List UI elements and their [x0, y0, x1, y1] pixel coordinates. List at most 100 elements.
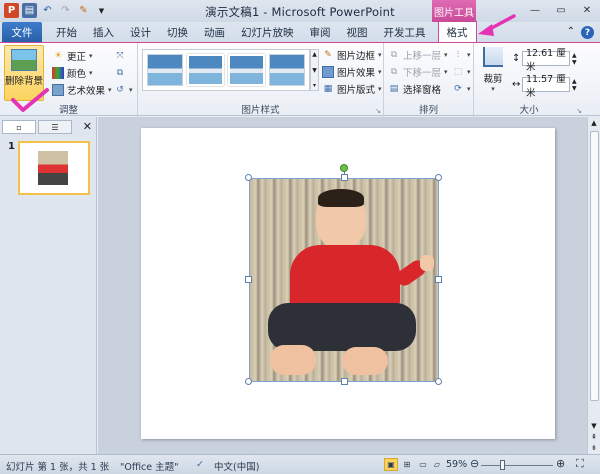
height-spinner[interactable]: ▲ ▼	[572, 52, 577, 66]
picture-border-button[interactable]: ✎ 图片边框 ▾	[322, 47, 381, 62]
ribbon-collapse-icon[interactable]: ⌃	[567, 26, 575, 39]
send-backward-label: 下移一层	[403, 67, 442, 79]
photo-pants	[268, 303, 416, 351]
compress-pictures-button[interactable]: ⤧	[114, 48, 126, 63]
send-backward-button[interactable]: ⧉ 下移一层 ▾	[388, 64, 448, 79]
gallery-down-icon[interactable]: ▼	[312, 67, 317, 74]
align-button[interactable]: ⫶ ▾	[452, 47, 471, 62]
picture-layout-button[interactable]: ▦ 图片版式 ▾	[322, 81, 382, 96]
spellcheck-icon[interactable]: ✓	[196, 459, 204, 470]
tab-developer[interactable]: 开发工具	[376, 22, 434, 42]
slide-canvas: ▲ ▼ ⇞ ⇟	[98, 117, 600, 454]
width-input[interactable]: 11.57 厘米	[522, 74, 570, 99]
bring-forward-button[interactable]: ⧉ 上移一层 ▾	[388, 47, 448, 62]
color-button[interactable]: 颜色 ▾	[52, 65, 93, 80]
selection-pane-label: 选择窗格	[403, 84, 442, 96]
theme-name[interactable]: "Office 主题"	[120, 459, 179, 473]
next-slide-icon[interactable]: ⇟	[588, 442, 600, 454]
crop-label: 裁剪	[483, 74, 503, 85]
normal-view-icon[interactable]: ▣	[384, 458, 398, 471]
group-picture-styles-label: 图片样式	[241, 105, 280, 116]
zoom-level[interactable]: 59%	[446, 459, 467, 470]
crop-button[interactable]: 裁剪 ▾	[478, 47, 508, 93]
change-picture-button[interactable]: ⧉	[114, 65, 126, 80]
dialog-launcher-icon[interactable]: ↘	[375, 107, 381, 115]
selection-pane-button[interactable]: ▤ 选择窗格	[388, 81, 441, 96]
picture-style-thumbnail[interactable]	[187, 54, 224, 86]
reset-picture-button[interactable]: ↺ ▾	[114, 82, 132, 97]
tab-slideshow[interactable]: 幻灯片放映	[233, 22, 302, 42]
resize-handle-s[interactable]	[341, 378, 348, 385]
picture-style-thumbnail[interactable]	[228, 54, 265, 86]
group-objects-button[interactable]: ⬚ ▾	[452, 64, 471, 79]
vertical-scrollbar[interactable]: ▲ ▼ ⇞ ⇟	[587, 117, 600, 454]
help-icon[interactable]: ?	[581, 26, 594, 39]
artistic-effects-label: 艺术效果	[67, 85, 106, 97]
selected-picture[interactable]	[249, 178, 439, 382]
artistic-effects-button[interactable]: 艺术效果 ▾	[52, 82, 112, 97]
photo-feet	[270, 345, 316, 375]
dialog-launcher-icon[interactable]: ↘	[576, 107, 582, 115]
tab-view[interactable]: 视图	[339, 22, 376, 42]
group-picture-styles: ▲ ▼ ▾ ✎ 图片边框 ▾ 图片效果 ▾ ▦ 图片版式 ▾ 图片样式 ↘	[138, 43, 384, 117]
status-bar: 幻灯片 第 1 张，共 1 张 "Office 主题" ✓ 中文(中国) ▣ ⊞…	[0, 454, 600, 474]
rotate-button[interactable]: ⟳ ▾	[452, 81, 470, 96]
photo-shirt	[290, 245, 400, 309]
picture-effects-icon	[322, 65, 334, 78]
resize-handle-sw[interactable]	[245, 378, 252, 385]
slideshow-view-icon[interactable]: ▱	[430, 458, 444, 471]
bring-forward-icon: ⧉	[390, 49, 398, 60]
tab-home[interactable]: 开始	[48, 22, 85, 42]
resize-handle-se[interactable]	[435, 378, 442, 385]
send-backward-icon: ⧉	[390, 66, 398, 77]
minimize-icon[interactable]: —	[526, 3, 544, 17]
resize-handle-e[interactable]	[435, 276, 442, 283]
resize-handle-ne[interactable]	[435, 174, 442, 181]
close-icon[interactable]: ✕	[83, 120, 92, 133]
annotation-arrow	[478, 14, 516, 36]
height-icon: ↕	[512, 53, 521, 64]
fit-to-window-icon[interactable]: ⛶	[576, 457, 584, 471]
height-input[interactable]: 12.61 厘米	[522, 48, 570, 73]
gallery-scroll[interactable]: ▲ ▼ ▾	[310, 49, 319, 91]
gallery-more-icon[interactable]: ▾	[313, 82, 316, 89]
maximize-icon[interactable]: ▭	[552, 3, 570, 17]
picture-style-thumbnail[interactable]	[268, 54, 305, 86]
tab-insert[interactable]: 插入	[85, 22, 122, 42]
zoom-in-icon[interactable]: ⊕	[556, 457, 565, 470]
resize-handle-w[interactable]	[245, 276, 252, 283]
reading-view-icon[interactable]: ▭	[416, 458, 430, 471]
picture-effects-button[interactable]: 图片效果 ▾	[322, 64, 382, 79]
resize-handle-n[interactable]	[341, 174, 348, 181]
scroll-thumb[interactable]	[590, 131, 599, 401]
scroll-up-icon[interactable]: ▲	[588, 117, 600, 129]
tab-animations[interactable]: 动画	[196, 22, 233, 42]
width-icon: ↔	[512, 79, 521, 90]
rotate-icon: ⟳	[454, 83, 462, 94]
color-icon	[52, 66, 64, 79]
close-icon[interactable]: ✕	[578, 3, 596, 17]
tab-format[interactable]: 格式	[437, 21, 477, 42]
picture-style-thumbnail[interactable]	[147, 54, 184, 86]
corrections-button[interactable]: ☀ 更正 ▾	[52, 48, 93, 63]
tab-transitions[interactable]: 切换	[159, 22, 196, 42]
resize-handle-nw[interactable]	[245, 174, 252, 181]
tab-design[interactable]: 设计	[122, 22, 159, 42]
color-label: 颜色	[67, 68, 87, 80]
language[interactable]: 中文(中国)	[214, 459, 259, 473]
rotation-handle[interactable]	[340, 164, 348, 172]
zoom-slider[interactable]	[481, 465, 553, 466]
slide-thumbnail[interactable]	[18, 141, 90, 195]
zoom-out-icon[interactable]: ⊖	[470, 457, 479, 470]
tab-outline[interactable]: ☰	[38, 120, 72, 134]
tab-slides[interactable]: ▫	[2, 120, 36, 134]
ribbon-controls: ⌃ ?	[567, 26, 594, 39]
tab-review[interactable]: 审阅	[302, 22, 339, 42]
width-spinner[interactable]: ▲ ▼	[572, 78, 577, 92]
tab-file[interactable]: 文件	[2, 22, 42, 42]
zoom-slider-knob[interactable]	[500, 460, 505, 470]
photo-feet	[342, 347, 388, 375]
gallery-up-icon[interactable]: ▲	[312, 51, 317, 58]
slide-sorter-view-icon[interactable]: ⊞	[400, 458, 414, 471]
slide[interactable]	[141, 128, 555, 439]
